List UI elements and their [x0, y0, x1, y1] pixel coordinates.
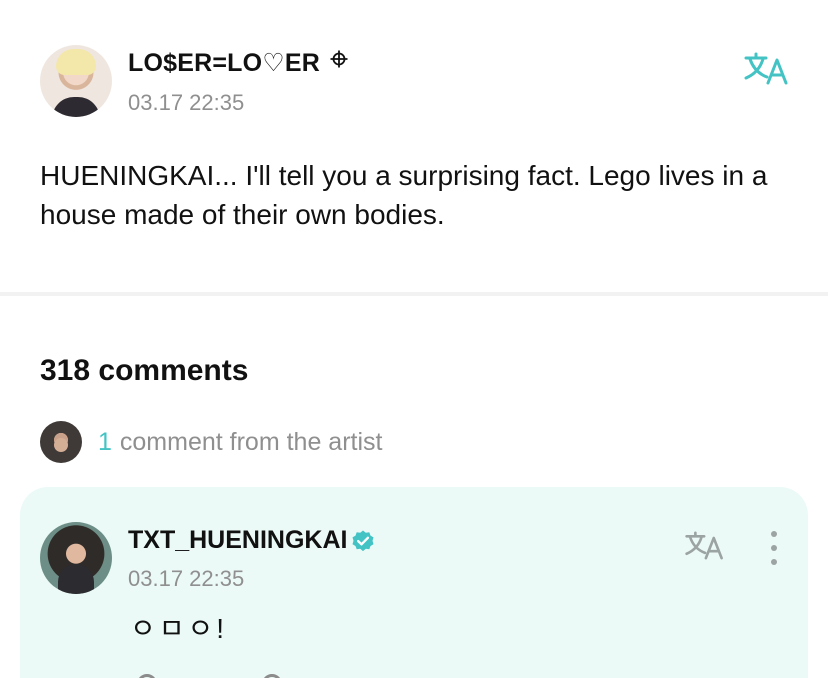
artist-avatar-small: [40, 421, 82, 463]
artist-comment-card: TXT_HUENINGKAI 03.17 22:35 ㅇㅁㅇ!: [20, 487, 808, 678]
more-options-button[interactable]: [764, 531, 784, 565]
more-vertical-icon-dot: [771, 559, 777, 565]
artist-comment-timestamp: 03.17 22:35: [128, 566, 245, 591]
post: LO$ER=LO♡ER 03.17 22:35 HUENINGKAI... I'…: [0, 0, 828, 292]
author-name-text: LO$ER=LO♡ER: [128, 49, 321, 77]
artist-name: TXT_HUENINGKAI: [128, 526, 348, 554]
avatar-hair: [56, 49, 96, 75]
verified-icon: [352, 530, 374, 551]
more-vertical-icon-dot: [771, 545, 777, 551]
plus-badge-icon: [330, 50, 348, 68]
artist-avatar[interactable]: [40, 522, 112, 594]
comment-count: 318 comments: [40, 354, 249, 387]
avatar-body: [58, 564, 94, 594]
more-vertical-icon-dot: [771, 531, 777, 537]
author-name[interactable]: LO$ER=LO♡ER: [128, 48, 349, 78]
artist-comment-count: 1: [98, 427, 112, 456]
avatar-body: [52, 97, 100, 117]
artist-name-row[interactable]: TXT_HUENINGKAI: [128, 526, 375, 555]
artist-comment-filter[interactable]: 1 comment from the artist: [40, 421, 382, 463]
post-timestamp: 03.17 22:35: [128, 90, 245, 115]
translate-icon: [685, 531, 723, 560]
artist-comment-translate-button[interactable]: [680, 525, 730, 565]
section-divider: [0, 292, 828, 296]
post-body: HUENINGKAI... I'll tell you a surprising…: [40, 160, 768, 230]
author-avatar[interactable]: [40, 45, 112, 117]
translate-button[interactable]: [742, 48, 792, 88]
artist-comment-text: ㅇㅁㅇ!: [130, 613, 228, 644]
translate-icon: [744, 52, 788, 85]
artist-comment-label: comment from the artist: [119, 427, 383, 456]
